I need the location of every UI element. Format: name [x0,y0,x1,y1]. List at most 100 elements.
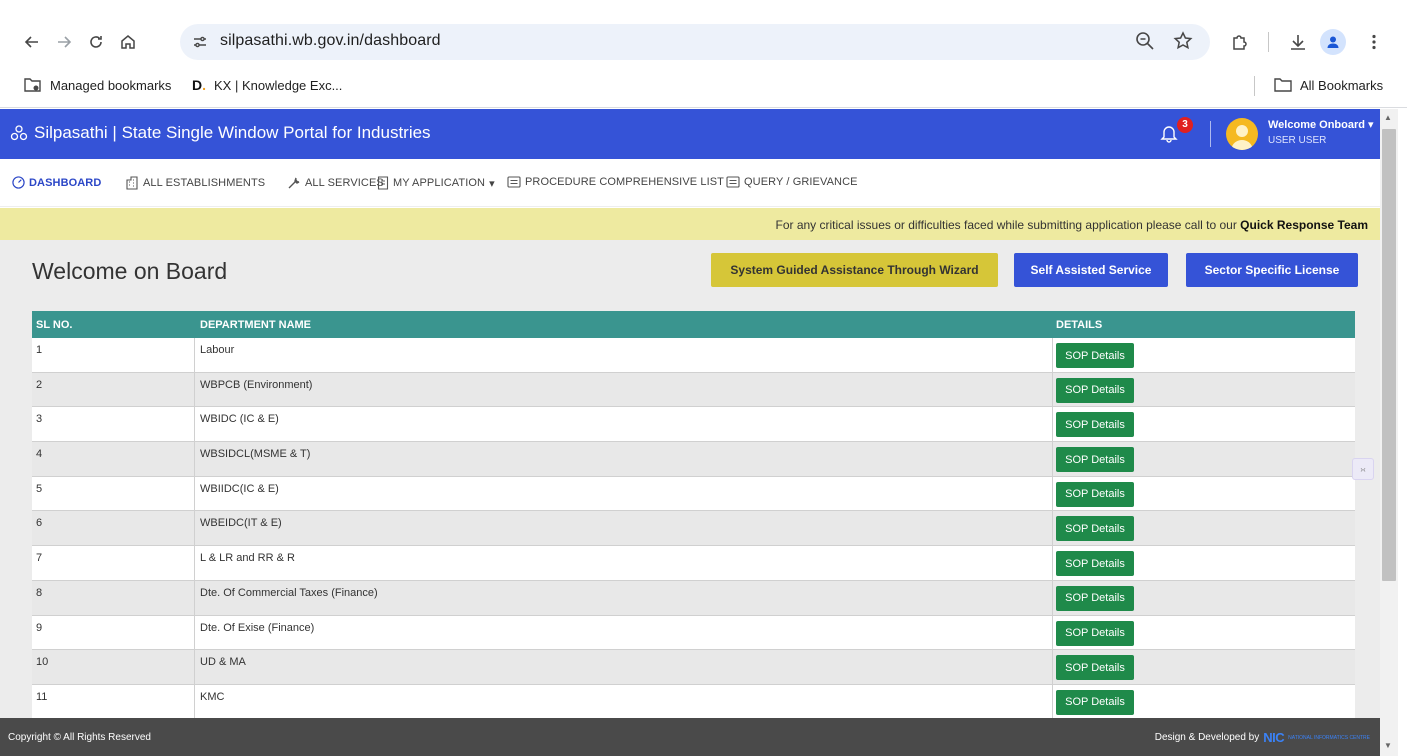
table-row: 7L & LR and RR & R SOP Details [32,546,1355,581]
user-avatar[interactable] [1226,118,1258,150]
wrench-icon [288,177,300,189]
wizard-assistance-button[interactable]: System Guided Assistance Through Wizard [711,253,998,287]
sl-cell: 5 [32,476,195,511]
nav-my-application[interactable]: MY APPLICATION ▾ [377,176,495,190]
sop-details-button[interactable]: SOP Details [1056,516,1134,542]
scroll-up-arrow-icon[interactable]: ▲ [1384,113,1392,122]
details-cell: SOP Details [1053,373,1355,407]
site-settings-icon[interactable] [188,30,212,54]
side-panel-toggle[interactable]: ›‹ [1352,458,1374,480]
main-content: Welcome on Board System Guided Assistanc… [0,240,1380,720]
sop-details-button[interactable]: SOP Details [1056,689,1134,715]
table-row: 9 Dte. Of Exise (Finance) SOP Details [32,615,1355,651]
sop-details-button[interactable]: SOP Details [1056,620,1134,646]
download-icon [1291,35,1305,50]
self-assisted-service-button[interactable]: Self Assisted Service [1014,253,1168,287]
sop-details-button[interactable]: SOP Details [1056,447,1134,473]
nav-dashboard[interactable]: DASHBOARD [12,176,101,189]
table-row: 4 WBSIDCL(MSME & T) SOP Details [32,442,1355,477]
back-button[interactable] [18,28,46,56]
bookmark-star-icon[interactable] [1172,30,1194,52]
nav-label: ALL ESTABLISHMENTS [143,177,266,189]
department-cell: Dte. Of Exise (Finance) [195,615,1053,650]
nav-all-services[interactable]: ALL SERVICES [287,176,384,190]
page-title: Welcome on Board [32,258,228,284]
department-cell: WBIDC (IC & E) [195,407,1053,442]
portal-title-text: Silpasathi | State Single Window Portal … [34,123,431,142]
column-header-department: DEPARTMENT NAME [200,319,312,331]
bookmarks-bar: Managed bookmarks D. KX | Knowledge Exc.… [0,72,1407,100]
scroll-down-arrow-icon[interactable]: ▼ [1384,741,1392,750]
notice-text: For any critical issues or difficulties … [776,218,1369,232]
extensions-button[interactable] [1226,28,1254,56]
sl-cell: 8 [32,580,195,615]
all-bookmarks-label: All Bookmarks [1300,77,1384,93]
sl-cell: 4 [32,442,195,476]
user-menu-toggle[interactable]: Welcome Onboard ▾ [1268,118,1374,131]
nav-query-grievance[interactable]: QUERY / GRIEVANCE [726,176,858,188]
sl-cell: 6 [32,511,195,546]
nav-all-establishments[interactable]: ALL ESTABLISHMENTS [125,176,265,190]
department-cell: KMC [195,684,1053,719]
notification-bell[interactable] [1160,123,1178,143]
reload-icon [90,36,102,48]
home-icon [121,35,135,49]
department-cell: WBEIDC(IT & E) [195,511,1053,546]
notification-badge: 3 [1177,117,1193,133]
department-table: SL NO. DEPARTMENT NAME DETAILS 1 Labour SO… [32,311,1355,720]
sop-details-button[interactable]: SOP Details [1056,551,1134,577]
person-icon [1327,36,1339,48]
details-cell: SOP Details [1053,581,1355,615]
nic-logo: NIC [1263,730,1285,745]
home-button[interactable] [114,28,142,56]
department-cell: UD & MA [195,650,1053,684]
details-cell: SOP Details [1053,546,1355,580]
sector-specific-license-button[interactable]: Sector Specific License [1186,253,1358,287]
url-text[interactable]: silpasathi.wb.gov.in/dashboard [220,32,441,50]
details-cell: SOP Details [1053,616,1355,650]
nav-procedure-list[interactable]: PROCEDURE COMPREHENSIVE LIST [507,176,724,188]
sop-details-button[interactable]: SOP Details [1056,377,1134,403]
table-row: 1 Labour SOP Details [32,338,1355,373]
nav-label: QUERY / GRIEVANCE [744,176,858,188]
department-cell: WBPCB (Environment) [195,372,1053,407]
downloads-button[interactable] [1284,28,1312,56]
portal-title[interactable]: Silpasathi | State Single Window Portal … [10,123,431,143]
bookmark-label: KX | Knowledge Exc... [214,77,343,93]
quick-response-team-link[interactable]: Quick Response Team [1240,218,1368,232]
nav-label: DASHBOARD [29,176,102,189]
user-role: USER USER [1268,135,1327,146]
nav-label: MY APPLICATION [393,177,486,189]
profile-avatar[interactable] [1320,29,1346,55]
page-scrollbar[interactable]: ▲ ▼ [1380,109,1398,756]
department-cell: Dte. Of Commercial Taxes (Finance) [195,580,1053,615]
developed-by-text: Design & Developed by [1154,732,1260,743]
address-bar[interactable]: silpasathi.wb.gov.in/dashboard [180,24,1210,60]
building-icon [126,176,138,190]
all-bookmarks[interactable]: All Bookmarks [1274,77,1383,93]
sl-cell: 2 [32,372,195,407]
browser-chrome: silpasathi.wb.gov.in/dashboard Managed b… [0,0,1407,108]
sop-details-button[interactable]: SOP Details [1056,655,1134,681]
bookmark-kx[interactable]: D. KX | Knowledge Exc... [192,77,342,93]
welcome-text: Welcome Onboard [1268,119,1365,131]
list-icon [726,176,740,188]
menu-button[interactable] [1360,28,1388,56]
scrollbar-thumb[interactable] [1382,129,1396,581]
details-cell: SOP Details [1053,477,1355,511]
reload-button[interactable] [82,28,110,56]
sl-cell: 7 [32,546,195,580]
zoom-icon[interactable] [1134,30,1156,52]
department-cell: WBSIDCL(MSME & T) [195,442,1053,476]
caret-down-icon: ▾ [1368,119,1374,131]
notice-message: For any critical issues or difficulties … [775,218,1241,232]
sop-details-button[interactable]: SOP Details [1056,481,1134,507]
sop-details-button[interactable]: SOP Details [1056,343,1134,368]
sop-details-button[interactable]: SOP Details [1056,585,1134,611]
managed-bookmarks[interactable]: Managed bookmarks [24,77,171,93]
caret-down-icon: ▾ [489,177,495,190]
details-cell: SOP Details [1053,407,1355,441]
sop-details-button[interactable]: SOP Details [1056,412,1134,438]
sl-cell: 9 [32,615,195,650]
forward-button[interactable] [50,28,78,56]
